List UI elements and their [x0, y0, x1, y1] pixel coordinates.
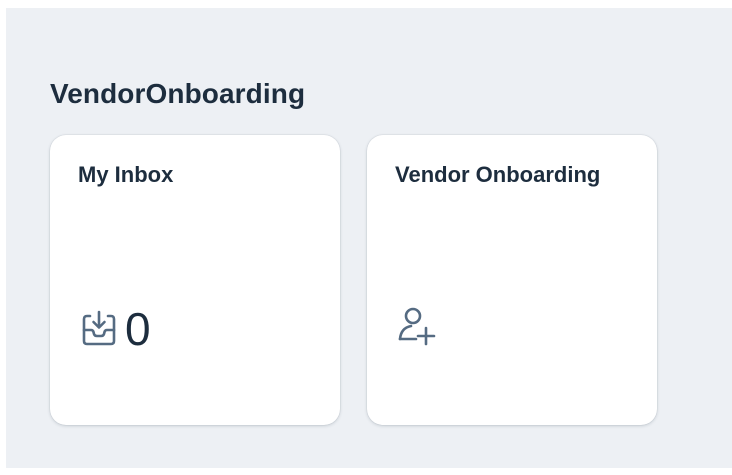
vendor-onboarding-tile[interactable]: Vendor Onboarding: [367, 135, 657, 425]
group-title: VendorOnboarding: [50, 78, 306, 109]
tile-title-vendor-onboarding: Vendor Onboarding: [395, 162, 601, 187]
add-person-icon: [394, 303, 438, 347]
tile-footer: 0: [77, 303, 151, 355]
tile-footer: [394, 303, 438, 347]
inbox-count: 0: [125, 303, 151, 355]
my-inbox-tile[interactable]: My Inbox 0: [50, 135, 340, 425]
tile-title-my-inbox: My Inbox: [78, 162, 174, 187]
inbox-download-icon: [77, 307, 121, 351]
launchpad-canvas: VendorOnboarding My Inbox 0 Vendor Onboa…: [6, 8, 732, 468]
